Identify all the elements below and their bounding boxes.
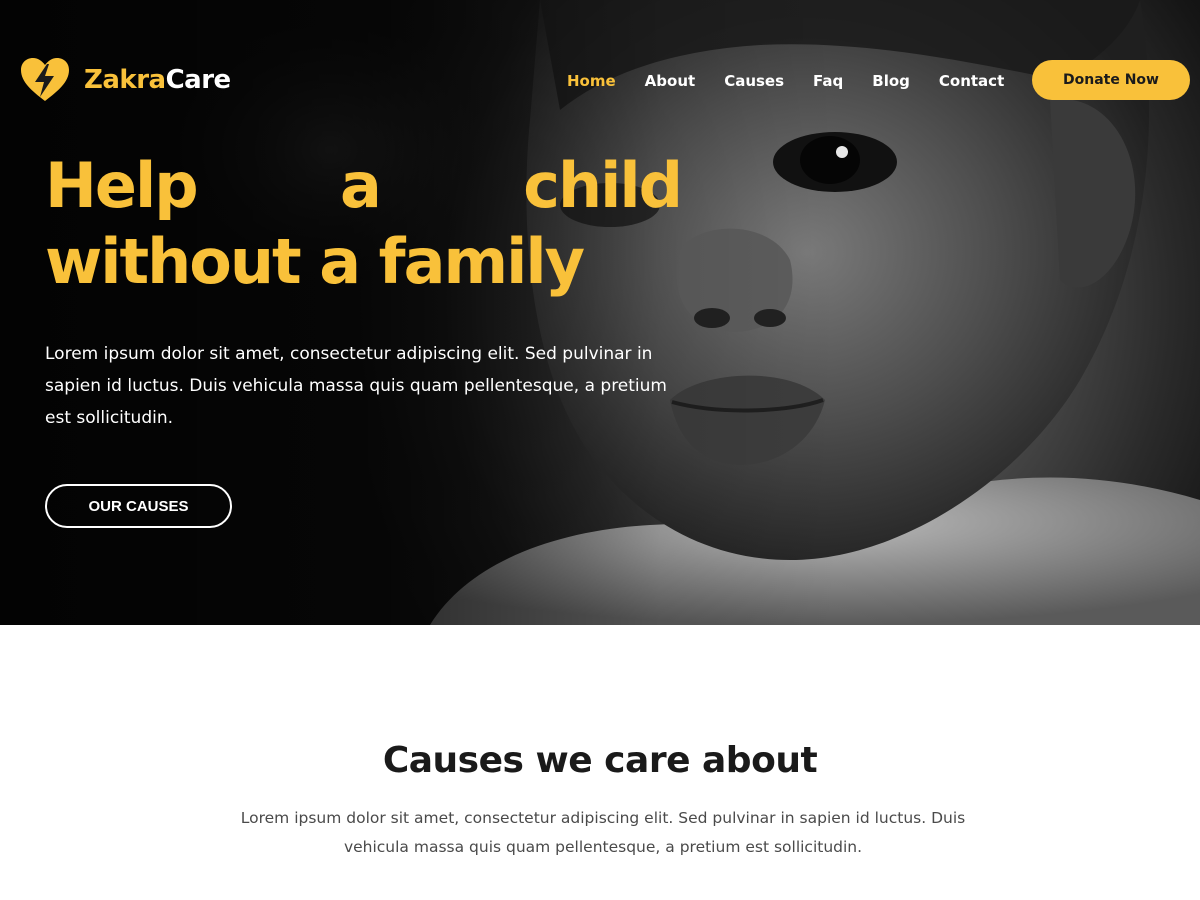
nav-item-causes[interactable]: Causes (724, 70, 784, 92)
hero-title-word: child (523, 149, 683, 222)
nav-item-home[interactable]: Home (567, 70, 616, 92)
hero-title-line1: Help a child (45, 148, 683, 224)
hero-title: Help a child without a family (45, 148, 685, 300)
our-causes-button[interactable]: OUR CAUSES (45, 484, 232, 528)
hero-description: Lorem ipsum dolor sit amet, consectetur … (45, 344, 667, 428)
nav-item-blog[interactable]: Blog (872, 70, 910, 92)
logo-text-zakra: Zakra (84, 65, 166, 95)
hero-title-line2: without a family (45, 225, 585, 298)
main-navigation: Home About Causes Faq Blog Contact (567, 70, 1033, 92)
nav-item-about[interactable]: About (645, 70, 696, 92)
hero-title-word: Help (45, 149, 199, 222)
donate-now-button[interactable]: Donate Now (1032, 60, 1190, 100)
site-logo[interactable]: ZakraCare (20, 57, 231, 103)
nav-item-faq[interactable]: Faq (813, 70, 843, 92)
causes-section-title: Causes we care about (382, 740, 818, 781)
causes-section-description: Lorem ipsum dolor sit amet, consectetur … (240, 809, 966, 856)
hero-title-word: a (339, 149, 382, 222)
heart-bolt-icon (21, 58, 69, 101)
logo-text-care: Care (165, 65, 232, 95)
logo-wordmark: ZakraCare (84, 65, 231, 95)
nav-item-contact[interactable]: Contact (939, 70, 1004, 92)
